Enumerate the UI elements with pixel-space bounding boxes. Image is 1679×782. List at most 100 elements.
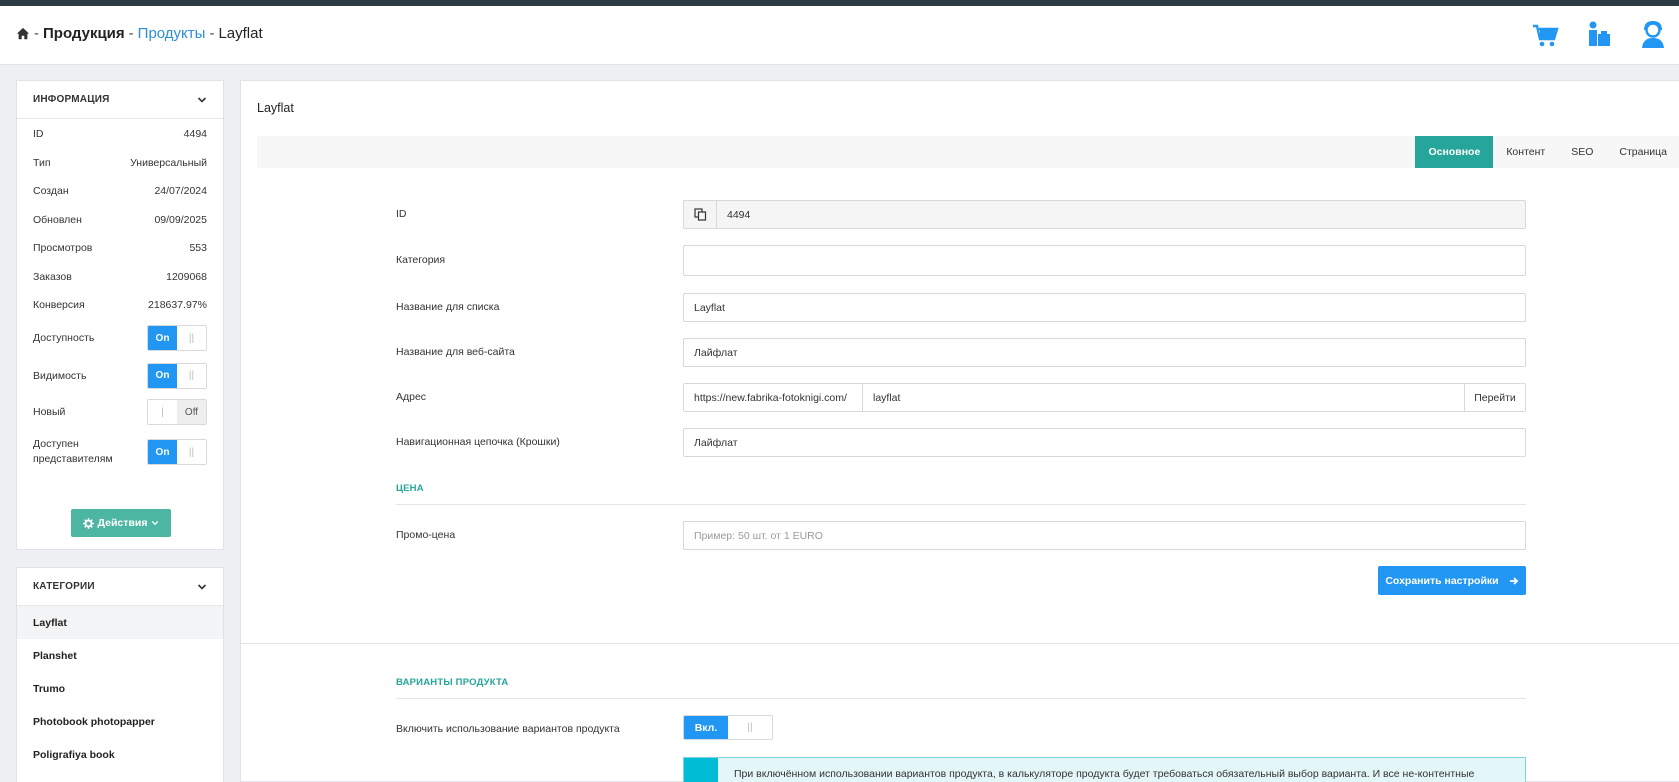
variants-info-alert: При включённом использовании вариантов п… xyxy=(683,757,1526,782)
info-panel-title: ИНФОРМАЦИЯ xyxy=(33,94,110,105)
promo-price-placeholder: Пример: 50 шт. от 1 EURO xyxy=(694,529,823,542)
toggle-row-availability: Доступность On || xyxy=(17,319,223,357)
info-label: Конверсия xyxy=(33,299,85,311)
cart-icon[interactable] xyxy=(1531,20,1559,50)
toggle-grip: || xyxy=(747,722,753,733)
tab-seo[interactable]: SEO xyxy=(1558,136,1606,168)
info-value: 24/07/2024 xyxy=(154,185,207,197)
category-label: Категория xyxy=(396,254,446,266)
toggle-grip: || xyxy=(188,446,195,458)
tab-bar: Основное Контент SEO Страница xyxy=(257,136,1679,168)
variants-info-text: При включённом использовании вариантов п… xyxy=(734,768,1475,780)
breadcrumb-current: Layflat xyxy=(218,25,263,42)
toggle-row-visibility: Видимость On || xyxy=(17,357,223,394)
categories-panel: КАТЕГОРИИ Layflat Planshet Trumo Photobo… xyxy=(16,567,224,782)
info-list: ID 4494 Тип Универсальный Создан 24/07/2… xyxy=(17,119,223,474)
home-icon[interactable] xyxy=(16,27,30,41)
info-row-id: ID 4494 xyxy=(17,119,223,148)
category-item[interactable]: Trumo xyxy=(17,672,223,705)
list-name-field[interactable]: Layflat xyxy=(683,293,1526,322)
section-divider xyxy=(396,698,1526,699)
toggle-on-label: On xyxy=(148,440,177,464)
toggle-grip: | xyxy=(161,406,164,418)
address-prefix: https://new.fabrika-fotoknigi.com/ xyxy=(684,384,863,411)
toggle-row-representatives: Доступен представителям On || xyxy=(17,430,223,474)
representatives-toggle[interactable]: On || xyxy=(147,439,207,465)
toggle-grip: || xyxy=(188,370,195,381)
chevron-down-icon[interactable] xyxy=(197,95,207,105)
info-label: Просмотров xyxy=(33,242,93,254)
info-alert-bar xyxy=(684,758,718,782)
breadcrumb-separator: - xyxy=(34,25,39,42)
variants-toggle-label: Включить использование вариантов продукт… xyxy=(396,723,620,735)
page-title: Layflat xyxy=(257,101,294,115)
toggle-label: Доступность xyxy=(33,332,95,344)
copy-button[interactable] xyxy=(684,201,717,228)
main-panel: Layflat Основное Контент SEO Страница ID… xyxy=(240,80,1679,782)
id-field: 4494 xyxy=(683,200,1526,229)
list-name-label: Название для списка xyxy=(396,301,500,313)
info-label: Обновлен xyxy=(33,213,82,226)
category-item[interactable]: Planshet xyxy=(17,639,223,672)
toggle-row-new: Новый | Off xyxy=(17,394,223,430)
breadcrumb-products-root[interactable]: Продукция xyxy=(43,25,125,42)
web-name-field[interactable]: Лайфлат xyxy=(683,338,1526,367)
web-name-label: Название для веб-сайта xyxy=(396,346,515,358)
save-settings-label: Сохранить настройки xyxy=(1385,574,1499,587)
gear-icon xyxy=(82,517,94,529)
actions-button[interactable]: Действия xyxy=(71,509,171,537)
info-row-orders: Заказов 1209068 xyxy=(17,262,223,291)
variants-toggle[interactable]: Вкл. || xyxy=(683,715,773,740)
tabs: Основное Контент SEO Страница xyxy=(1415,136,1679,168)
breadcrumb-separator: - xyxy=(209,25,215,42)
save-settings-button[interactable]: Сохранить настройки xyxy=(1378,566,1526,595)
id-value: 4494 xyxy=(727,208,751,221)
availability-toggle[interactable]: On || xyxy=(147,325,207,351)
info-row-conversion: Конверсия 218637.97% xyxy=(17,291,223,319)
info-panel: ИНФОРМАЦИЯ ID 4494 Тип Универсальный Соз… xyxy=(16,80,224,550)
info-label: Создан xyxy=(33,185,69,197)
category-item[interactable]: Poligrafiya book xyxy=(17,738,223,771)
info-row-created: Создан 24/07/2024 xyxy=(17,177,223,205)
info-row-type: Тип Универсальный xyxy=(17,148,223,177)
tab-main[interactable]: Основное xyxy=(1415,136,1494,168)
promo-price-field[interactable]: Пример: 50 шт. от 1 EURO xyxy=(683,521,1526,550)
breadcrumbs-field[interactable]: Лайфлат xyxy=(683,428,1526,457)
info-value: 553 xyxy=(189,242,207,254)
support-icon[interactable] xyxy=(1639,20,1667,50)
categories-panel-header[interactable]: КАТЕГОРИИ xyxy=(17,568,223,606)
price-section-title: ЦЕНА xyxy=(396,483,424,494)
id-label: ID xyxy=(396,208,407,220)
breadcrumb-products[interactable]: Продукты xyxy=(138,25,206,42)
variants-section-title: ВАРИАНТЫ ПРОДУКТА xyxy=(396,677,509,688)
promo-price-label: Промо-цена xyxy=(396,529,456,541)
toggle-on-label: Вкл. xyxy=(684,716,728,739)
info-label: Заказов xyxy=(33,270,72,283)
address-slug-input[interactable]: layflat xyxy=(863,384,1464,411)
breadcrumbs-label: Навигационная цепочка (Крошки) xyxy=(396,436,560,448)
info-label: ID xyxy=(33,127,44,140)
new-toggle[interactable]: | Off xyxy=(147,399,207,425)
address-go-button[interactable]: Перейти xyxy=(1464,384,1525,411)
tab-content[interactable]: Контент xyxy=(1493,136,1558,168)
info-value: 218637.97% xyxy=(148,299,207,311)
address-field-group: https://new.fabrika-fotoknigi.com/ layfl… xyxy=(683,383,1526,412)
info-row-updated: Обновлен 09/09/2025 xyxy=(17,205,223,234)
toggle-grip: || xyxy=(188,332,195,344)
category-field[interactable] xyxy=(683,245,1526,276)
toggle-on-label: On xyxy=(148,363,177,388)
info-panel-header[interactable]: ИНФОРМАЦИЯ xyxy=(17,81,223,119)
delivery-icon[interactable] xyxy=(1585,20,1613,50)
address-label: Адрес xyxy=(396,391,427,403)
chevron-down-icon xyxy=(152,520,159,526)
toggle-on-label: On xyxy=(148,326,177,350)
visibility-toggle[interactable]: On || xyxy=(147,362,207,389)
toggle-label: Доступен представителям xyxy=(33,438,113,465)
category-item[interactable]: Layflat xyxy=(17,606,223,639)
info-value: Универсальный xyxy=(130,156,207,169)
tab-page[interactable]: Страница xyxy=(1606,136,1679,168)
category-item[interactable]: Photobook photopapper xyxy=(17,705,223,738)
header-icons xyxy=(1531,20,1667,50)
info-value: 4494 xyxy=(183,127,207,140)
chevron-down-icon[interactable] xyxy=(197,582,207,592)
